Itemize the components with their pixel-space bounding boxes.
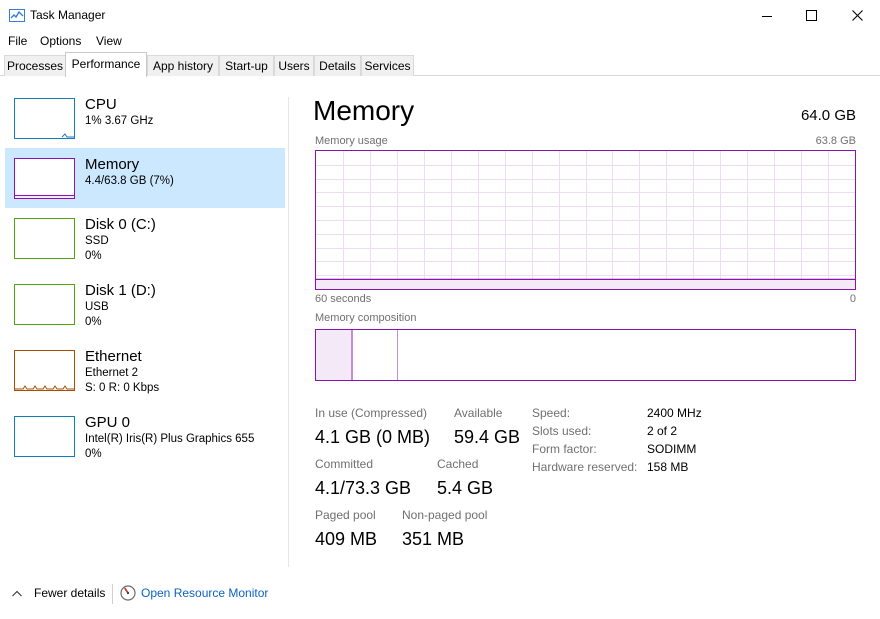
time-axis-left-label: 60 seconds [315,293,372,305]
form-factor-value: SODIMM [647,442,697,456]
sidebar-item-title: Disk 1 (D:) [85,282,156,299]
tab-performance[interactable]: Performance [65,52,147,77]
pane-divider[interactable] [288,97,289,567]
chevron-up-icon [12,590,22,596]
in-use-label: In use (Compressed) [315,406,428,420]
committed-value: 4.1/73.3 GB [315,478,412,498]
paged-pool-value: 409 MB [315,529,378,549]
committed-label: Committed [315,457,374,471]
memory-usage-label: Memory usage [315,135,388,147]
resource-sidebar: CPU 1% 3.67 GHz Memory 4.4/63.8 GB (7%) … [0,88,289,568]
non-paged-pool-value: 351 MB [402,529,465,549]
fewer-details-button[interactable]: Fewer details [12,586,105,600]
sidebar-item-disk-0[interactable]: Disk 0 (C:) SSD 0% [5,208,285,268]
tab-app-history[interactable]: App history [147,55,219,76]
sidebar-item-title: Memory [85,156,140,173]
tab-strip: Processes Performance App history Start-… [0,52,880,77]
tab-users[interactable]: Users [274,55,314,76]
available-value: 59.4 GB [454,427,521,447]
sidebar-item-memory[interactable]: Memory 4.4/63.8 GB (7%) [5,148,285,208]
minimize-icon [762,15,772,17]
paged-pool-label: Paged pool [315,508,376,522]
tab-start-up[interactable]: Start-up [219,55,274,76]
maximize-icon [805,10,817,21]
resource-monitor-icon [120,585,136,601]
memory-usage-max: 63.8 GB [815,135,856,147]
title-bar: Task Manager [0,0,880,31]
cpu-thumbnail-graph [14,98,75,139]
sidebar-item-detail: Intel(R) Iris(R) Plus Graphics 655 [85,433,255,445]
hardware-reserved-label: Hardware reserved: [532,460,638,474]
footer-separator [112,584,113,604]
available-label: Available [454,406,503,420]
memory-total: 64.0 GB [800,107,856,124]
sidebar-item-detail: 0% [85,316,102,328]
sidebar-item-detail: S: 0 R: 0 Kbps [85,382,160,394]
fewer-details-label: Fewer details [34,586,106,600]
maximize-button[interactable] [788,0,834,31]
sidebar-item-detail: Ethernet 2 [85,367,139,379]
in-use-value: 4.1 GB (0 MB) [315,427,431,447]
sidebar-item-detail: USB [85,301,109,313]
composition-in-use-segment [316,330,353,380]
memory-thumbnail-graph [14,158,75,199]
tab-services[interactable]: Services [361,55,414,76]
sidebar-item-gpu-0[interactable]: GPU 0 Intel(R) Iris(R) Plus Graphics 655… [5,406,285,466]
time-axis-right-label: 0 [849,293,856,305]
cached-value: 5.4 GB [437,478,494,498]
sidebar-item-detail: SSD [85,235,109,247]
menu-options[interactable]: Options [40,34,81,48]
speed-label: Speed: [532,406,571,420]
sidebar-item-title: Disk 0 (C:) [85,216,156,233]
close-icon [851,10,863,21]
close-button[interactable] [834,0,880,31]
memory-composition-label: Memory composition [315,312,417,324]
composition-standby-segment [397,330,398,380]
composition-modified-segment [351,330,352,380]
task-manager-app-icon [9,9,25,22]
sidebar-item-detail: 1% 3.67 GHz [85,115,154,127]
sidebar-item-ethernet[interactable]: Ethernet Ethernet 2 S: 0 R: 0 Kbps [5,340,285,400]
sidebar-item-detail: 0% [85,250,102,262]
speed-value: 2400 MHz [647,406,702,420]
sidebar-item-title: Ethernet [85,348,142,365]
hardware-reserved-value: 158 MB [647,460,689,474]
tab-processes[interactable]: Processes [4,55,66,76]
sidebar-item-title: GPU 0 [85,414,131,431]
non-paged-pool-label: Non-paged pool [402,508,488,522]
disk-0-thumbnail-graph [14,218,75,259]
minimize-button[interactable] [744,0,790,31]
form-factor-label: Form factor: [532,442,597,456]
slots-used-value: 2 of 2 [647,424,678,438]
open-resource-monitor-link[interactable]: Open Resource Monitor [120,585,268,601]
sidebar-item-detail: 0% [85,448,102,460]
sidebar-item-detail: 4.4/63.8 GB (7%) [85,175,174,187]
window-title: Task Manager [30,8,106,22]
gpu-thumbnail-graph [14,416,75,457]
tab-details[interactable]: Details [314,55,361,76]
sidebar-item-disk-1[interactable]: Disk 1 (D:) USB 0% [5,274,285,334]
menu-bar: File Options View [0,31,880,51]
slots-used-label: Slots used: [532,424,592,438]
ethernet-thumbnail-graph [14,350,75,391]
memory-usage-graph [315,150,856,290]
menu-view[interactable]: View [96,34,122,48]
page-title: Memory [313,95,415,126]
cached-label: Cached [437,457,479,471]
menu-file[interactable]: File [8,34,27,48]
disk-1-thumbnail-graph [14,284,75,325]
sidebar-item-cpu[interactable]: CPU 1% 3.67 GHz [5,88,285,148]
open-resource-monitor-label: Open Resource Monitor [141,586,269,600]
memory-composition-bar [315,329,856,381]
sidebar-item-title: CPU [85,96,117,113]
